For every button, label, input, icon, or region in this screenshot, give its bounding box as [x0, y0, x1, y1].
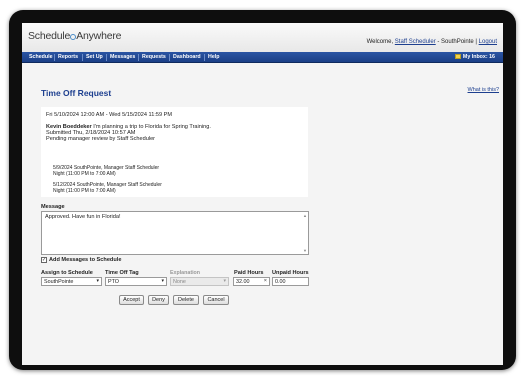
message-label: Message [41, 204, 65, 210]
inbox-label: My Inbox: 16 [462, 54, 495, 60]
main-nav: Schedule Reports Set Up Messages Request… [22, 52, 503, 63]
what-is-this-link[interactable]: What is this? [468, 87, 499, 93]
unpaid-hours-value: 0.00 [275, 279, 286, 285]
device-frame: Schedule Anywhere Welcome, Staff Schedule… [9, 10, 516, 370]
tag-label: Time Off Tag [105, 270, 139, 276]
logout-link[interactable]: Logout [479, 39, 497, 45]
nav-separator [169, 54, 170, 61]
nav-separator [138, 54, 139, 61]
explanation-label: Explanation [170, 270, 201, 276]
assign-label: Assign to Schedule [41, 270, 93, 276]
chevron-down-icon: ▾ [161, 278, 164, 284]
chevron-down-icon: ▾ [96, 278, 99, 284]
explanation-select: None ▾ [170, 277, 229, 286]
nav-separator [106, 54, 107, 61]
nav-item-requests[interactable]: Requests [142, 54, 166, 60]
logo-text: Schedule [28, 30, 71, 42]
message-textarea[interactable]: Approved. Have fun in Florida! ▲ ▼ [41, 211, 309, 255]
unpaid-hours-label: Unpaid Hours [272, 270, 309, 276]
assign-value: SouthPointe [44, 279, 74, 285]
nav-separator [82, 54, 83, 61]
paid-hours-label: Paid Hours [234, 270, 264, 276]
nav-item-reports[interactable]: Reports [58, 54, 78, 60]
tag-select[interactable]: PTO ▾ [105, 277, 167, 286]
status-text: Pending manager review by Staff Schedule… [46, 136, 156, 142]
chevron-down-icon: ▾ [223, 278, 226, 284]
welcome-prefix: Welcome, [366, 39, 395, 45]
deny-button[interactable]: Deny [148, 295, 169, 305]
paid-hours-value: 32.00 [236, 279, 250, 285]
scroll-up-icon[interactable]: ▲ [303, 213, 307, 218]
user-name-link[interactable]: Staff Scheduler [395, 39, 436, 45]
scroll-down-icon[interactable]: ▼ [303, 248, 307, 253]
assign-select[interactable]: SouthPointe ▾ [41, 277, 102, 286]
inbox-link[interactable]: My Inbox: 16 [454, 54, 495, 60]
add-messages-checkbox[interactable]: ✓ [41, 257, 47, 263]
shift-time: Night (11:00 PM to 7:00 AM) [53, 188, 116, 194]
nav-item-messages[interactable]: Messages [110, 54, 135, 60]
clear-icon[interactable]: × [264, 278, 267, 284]
unpaid-hours-input[interactable]: 0.00 [272, 277, 309, 286]
nav-separator [204, 54, 205, 61]
main-content: Time Off Request What is this? Fri 5/10/… [22, 64, 503, 365]
browser-screen: Schedule Anywhere Welcome, Staff Schedule… [22, 23, 503, 365]
welcome-bar: Welcome, Staff Scheduler - SouthPointe |… [367, 39, 497, 45]
request-details: Fri 5/10/2024 12:00 AM - Wed 5/15/2024 1… [41, 107, 308, 197]
location-text: - SouthPointe | [435, 39, 479, 45]
explanation-value: None [173, 279, 186, 285]
nav-separator [54, 54, 55, 61]
page-title: Time Off Request [41, 88, 112, 98]
message-value: Approved. Have fun in Florida! [45, 214, 121, 220]
nav-item-setup[interactable]: Set Up [86, 54, 103, 60]
nav-item-dashboard[interactable]: Dashboard [173, 54, 201, 60]
app-header: Schedule Anywhere Welcome, Staff Schedule… [22, 23, 503, 52]
shift-time: Night (11:00 PM to 7:00 AM) [53, 171, 116, 177]
logo-text-2: Anywhere [76, 30, 122, 42]
delete-button[interactable]: Delete [173, 295, 199, 305]
accept-button[interactable]: Accept [119, 295, 144, 305]
page-background: Schedule Anywhere Welcome, Staff Schedule… [0, 0, 526, 378]
tag-value: PTO [108, 279, 119, 285]
add-messages-label: Add Messages to Schedule [49, 257, 122, 263]
nav-item-help[interactable]: Help [208, 54, 219, 60]
envelope-icon [454, 54, 461, 59]
cancel-button[interactable]: Cancel [203, 295, 229, 305]
nav-item-schedule[interactable]: Schedule [29, 54, 53, 60]
date-range: Fri 5/10/2024 12:00 AM - Wed 5/15/2024 1… [46, 112, 173, 118]
paid-hours-input[interactable]: 32.00 × [233, 277, 270, 286]
app-logo[interactable]: Schedule Anywhere [28, 30, 121, 42]
